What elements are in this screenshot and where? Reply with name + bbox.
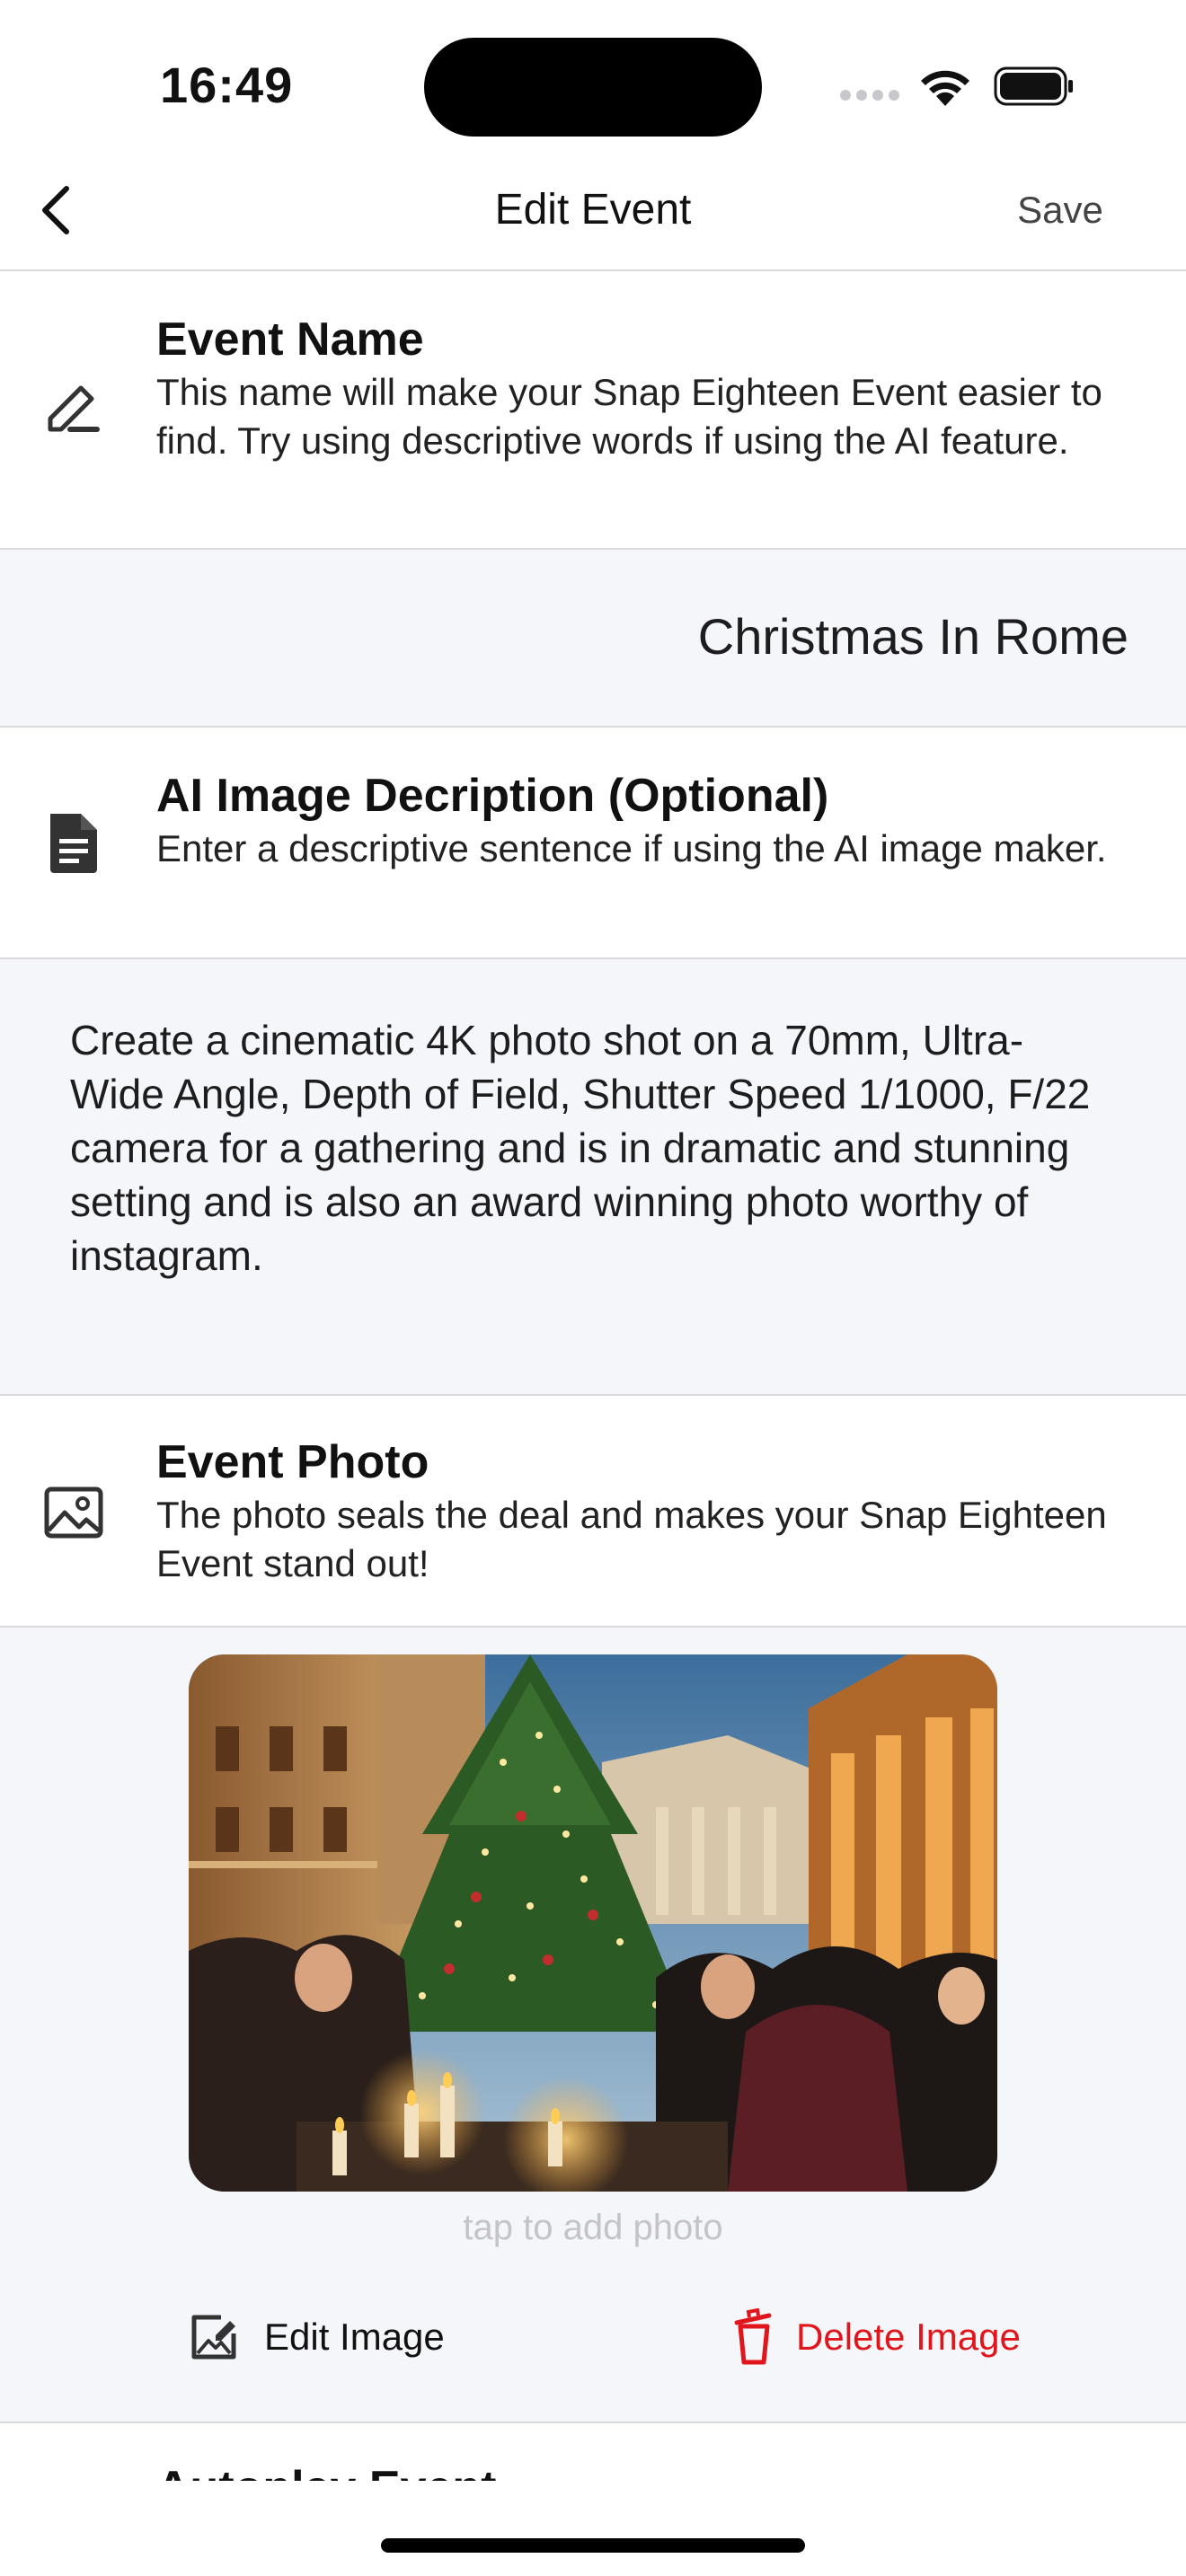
status-time: 16:49 xyxy=(160,57,294,113)
image-icon xyxy=(38,1477,110,1548)
delete-image-label: Delete Image xyxy=(796,2316,1021,2358)
divider xyxy=(0,2422,1186,2423)
ai-description-title: AI Image Decription (Optional) xyxy=(156,770,829,822)
event-photo-title: Event Photo xyxy=(156,1436,429,1488)
event-photo[interactable] xyxy=(189,1654,997,2192)
event-name-title: Event Name xyxy=(156,313,424,366)
edit-image-icon xyxy=(191,2315,236,2360)
wifi-icon xyxy=(918,65,972,108)
cellular-signal-icon xyxy=(840,90,899,102)
dynamic-island xyxy=(424,38,762,137)
edit-image-button[interactable]: Edit Image xyxy=(185,2308,455,2366)
home-indicator-area xyxy=(0,2481,1186,2576)
ai-description-hint: Enter a descriptive sentence if using th… xyxy=(156,827,1107,869)
divider xyxy=(0,269,1186,271)
pencil-icon xyxy=(38,374,110,446)
tap-to-add-photo-hint: tap to add photo xyxy=(463,2208,723,2247)
ai-description-textarea-value[interactable]: Create a cinematic 4K photo shot on a 70… xyxy=(70,1013,1094,1283)
event-name-description: This name will make your Snap Eighteen E… xyxy=(156,371,1102,462)
home-indicator[interactable] xyxy=(381,2538,805,2553)
save-button[interactable]: Save xyxy=(1006,189,1114,232)
event-name-input-value[interactable]: Christmas In Rome xyxy=(0,607,1128,666)
divider xyxy=(0,1394,1186,1396)
event-photo-description: The photo seals the deal and makes your … xyxy=(156,1494,1107,1584)
divider xyxy=(0,726,1186,728)
battery-icon xyxy=(994,66,1075,106)
delete-image-button[interactable]: Delete Image xyxy=(715,2308,1039,2366)
document-icon xyxy=(38,807,110,878)
trash-icon xyxy=(734,2308,772,2365)
edit-image-label: Edit Image xyxy=(264,2316,445,2358)
